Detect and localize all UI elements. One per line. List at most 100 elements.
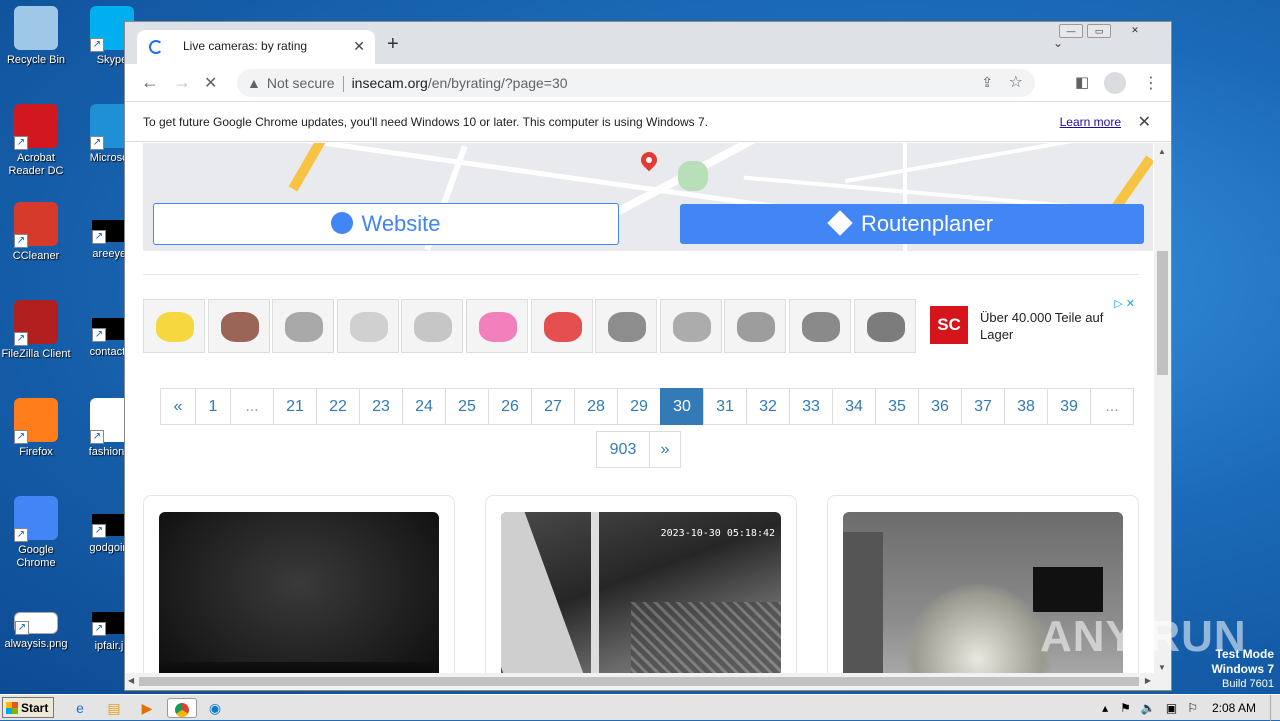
map-widget[interactable]: Website Routenplaner [143, 143, 1153, 251]
desktop-icon[interactable]: Recycle Bin [0, 6, 74, 67]
page-link[interactable]: 30 [660, 388, 704, 425]
page-link[interactable]: 33 [789, 388, 833, 425]
ad-product-image[interactable] [207, 299, 270, 353]
desktop-icon[interactable]: ↗ Acrobat Reader DC [0, 104, 74, 178]
page-link[interactable]: 26 [488, 388, 532, 425]
share-icon[interactable]: ⇪ [981, 74, 993, 91]
page-link[interactable]: ... [1090, 388, 1134, 425]
chrome-window: Live cameras: by rating ✕ + ⌄ — ▭ ✕ ← → … [124, 21, 1172, 691]
page-link[interactable]: 25 [445, 388, 489, 425]
profile-avatar[interactable] [1104, 72, 1126, 98]
page-link[interactable]: 31 [703, 388, 747, 425]
ad-product-image[interactable] [853, 299, 916, 353]
page-link[interactable]: 36 [918, 388, 962, 425]
minimize-button[interactable]: — [1059, 24, 1083, 38]
scroll-up-arrow-icon[interactable]: ▲ [1158, 147, 1166, 156]
ad-product-image[interactable] [789, 299, 851, 353]
media-player-icon[interactable]: ▶ [137, 698, 157, 718]
route-planner-button[interactable]: Routenplaner [680, 204, 1144, 244]
internet-explorer-icon[interactable]: e [70, 698, 90, 718]
forward-arrow-icon[interactable]: → [173, 72, 191, 93]
scroll-down-arrow-icon[interactable]: ▼ [1158, 663, 1166, 672]
page-link[interactable]: 28 [574, 388, 618, 425]
new-tab-button[interactable]: + [387, 33, 399, 56]
ad-banner[interactable]: SC Über 40.000 Teile auf Lager ▷ ✕ [143, 297, 1139, 355]
ad-product-image[interactable] [595, 299, 658, 353]
browser-tab[interactable]: Live cameras: by rating ✕ [137, 30, 375, 64]
page-link[interactable]: 27 [531, 388, 575, 425]
ad-product-image[interactable] [272, 299, 335, 353]
page-link[interactable]: 37 [961, 388, 1005, 425]
camera-card[interactable]: 2023-10-30 05:18:42 [485, 495, 797, 674]
menu-kebab-icon[interactable]: ⋮ [1143, 73, 1159, 93]
ad-product-image[interactable] [336, 299, 399, 353]
close-tab-icon[interactable]: ✕ [353, 38, 365, 55]
ad-product-image[interactable] [466, 299, 528, 353]
desktop-icon[interactable]: ↗ alwaysis.png [0, 594, 74, 651]
action-center-icon[interactable]: ⚑ [1120, 701, 1131, 715]
page-link[interactable]: 1 [195, 388, 231, 425]
page-link[interactable]: 903 [596, 431, 650, 468]
flag-icon[interactable]: ⚐ [1187, 701, 1198, 715]
vertical-scrollbar[interactable]: ▲ ▼ [1154, 143, 1171, 674]
camera-thumbnail[interactable]: 2023-10-30 05:18:42 [501, 512, 781, 674]
page-link[interactable]: 24 [402, 388, 446, 425]
ccleaner-icon: ↗ [14, 202, 58, 248]
network-icon[interactable]: ▣ [1166, 701, 1177, 715]
tray-expand-icon[interactable]: ▴ [1102, 701, 1108, 715]
chrome-taskbar-icon[interactable] [167, 698, 197, 718]
ad-product-image[interactable] [530, 299, 593, 353]
page-link[interactable]: « [160, 388, 196, 425]
side-panel-icon[interactable]: ◧ [1075, 73, 1089, 91]
ad-product-image[interactable] [143, 299, 205, 353]
file-explorer-icon[interactable]: ▤ [104, 698, 124, 718]
page-link[interactable]: 38 [1004, 388, 1048, 425]
close-window-button[interactable]: ✕ [1115, 24, 1155, 38]
hscroll-thumb[interactable] [139, 677, 1139, 686]
maximize-button[interactable]: ▭ [1087, 24, 1111, 38]
ad-product-image[interactable] [659, 299, 722, 353]
scroll-left-arrow-icon[interactable]: ◀ [128, 676, 134, 685]
page-link[interactable]: 34 [832, 388, 876, 425]
desktop-icon-label: Google Chrome [16, 544, 56, 569]
advertiser-logo[interactable]: SC [930, 306, 968, 344]
edge-taskbar-icon[interactable]: ◉ [205, 698, 225, 718]
ad-product-image[interactable] [724, 299, 787, 353]
show-desktop-button[interactable] [1270, 695, 1280, 721]
system-tray: ▴ ⚑ 🔈 ▣ ⚐ 2:08 AM [1102, 695, 1280, 721]
scroll-thumb[interactable] [1157, 251, 1168, 375]
ad-product-image[interactable] [401, 299, 464, 353]
adchoices-icon[interactable]: ▷ ✕ [1114, 297, 1135, 310]
page-link[interactable]: » [649, 431, 681, 468]
page-link[interactable]: 22 [316, 388, 360, 425]
desktop-icon[interactable]: ↗ Firefox [0, 398, 74, 459]
learn-more-link[interactable]: Learn more [1060, 115, 1121, 129]
start-button[interactable]: Start [2, 697, 54, 718]
route-label: Routenplaner [860, 211, 994, 236]
horizontal-scrollbar[interactable]: ◀ ▶ [125, 673, 1171, 690]
tab-search-chevron-icon[interactable]: ⌄ [1053, 36, 1063, 50]
desktop-icon[interactable]: ↗ FileZilla Client [0, 300, 74, 361]
volume-icon[interactable]: 🔈 [1141, 701, 1156, 715]
stop-loading-icon[interactable]: ✕ [204, 73, 217, 93]
camera-thumbnail[interactable] [159, 512, 439, 674]
page-link[interactable]: 29 [617, 388, 661, 425]
chrome-icon: ↗ [14, 496, 58, 542]
desktop-icon[interactable]: ↗ Google Chrome [0, 496, 74, 570]
scroll-right-arrow-icon[interactable]: ▶ [1145, 676, 1151, 685]
infobar-close-icon[interactable]: ✕ [1138, 112, 1151, 132]
desktop-icon[interactable]: ↗ CCleaner [0, 202, 74, 263]
page-link[interactable]: 39 [1047, 388, 1091, 425]
bookmark-star-icon[interactable]: ☆ [1009, 72, 1023, 92]
page-link[interactable]: 21 [273, 388, 317, 425]
clock[interactable]: 2:08 AM [1212, 701, 1256, 715]
page-link[interactable]: 32 [746, 388, 790, 425]
back-arrow-icon[interactable]: ← [141, 72, 159, 93]
page-link[interactable]: 35 [875, 388, 919, 425]
page-link[interactable]: ... [230, 388, 274, 425]
website-button[interactable]: Website [153, 203, 619, 245]
camera-card[interactable] [143, 495, 455, 674]
ad-text[interactable]: Über 40.000 Teile auf Lager [980, 309, 1140, 343]
address-bar[interactable]: ▲ Not secure insecam.org/en/byrating/?page… [237, 69, 1035, 97]
page-link[interactable]: 23 [359, 388, 403, 425]
